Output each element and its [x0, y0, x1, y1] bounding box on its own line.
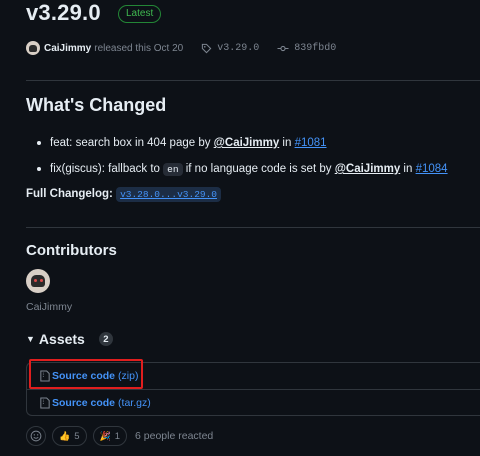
latest-badge: Latest [118, 5, 162, 23]
tag-icon [201, 43, 212, 54]
contributor-name: CaiJimmy [26, 301, 73, 313]
party-count: 1 [114, 430, 121, 442]
whats-changed-heading: What's Changed [26, 95, 167, 115]
code-chip: en [163, 163, 183, 176]
divider [26, 227, 480, 228]
release-title: v3.29.0 [26, 0, 101, 25]
smiley-icon [30, 430, 42, 442]
caret-down-icon: ▼ [26, 334, 35, 344]
reaction-summary: 6 people reacted [135, 430, 214, 442]
contributors-heading: Contributors [26, 242, 117, 259]
changelog-label: Full Changelog: [26, 188, 117, 200]
contributor-avatar[interactable] [26, 269, 50, 293]
changelog-link[interactable]: v3.28.0...v3.29.0 [116, 187, 221, 202]
list-item: feat: search box in 404 page by @CaiJimm… [36, 134, 448, 160]
mention-link[interactable]: @CaiJimmy [214, 137, 280, 149]
author-avatar[interactable] [26, 41, 40, 55]
thumbs-up-icon: 👍 [59, 430, 71, 441]
author-link[interactable]: CaiJimmy [44, 43, 91, 54]
list-item: fix(giscus): fallback to en if no langua… [36, 160, 448, 186]
assets-toggle[interactable]: ▼ Assets 2 [26, 331, 113, 347]
highlight-box [29, 359, 143, 389]
thumbs-up-count: 5 [74, 430, 80, 442]
file-zip-icon [40, 397, 50, 409]
issue-link[interactable]: #1081 [295, 137, 327, 149]
issue-link[interactable]: #1084 [416, 163, 448, 175]
reactions-bar: 👍 5 🎉 1 6 people reacted [26, 426, 213, 446]
asset-ext[interactable]: (tar.gz) [118, 397, 151, 409]
assets-count-badge: 2 [98, 332, 113, 346]
add-reaction-button[interactable] [26, 426, 46, 446]
thumbs-up-reaction[interactable]: 👍 5 [52, 426, 87, 446]
changes-list: feat: search box in 404 page by @CaiJimm… [36, 134, 448, 186]
party-reaction[interactable]: 🎉 1 [92, 426, 128, 446]
released-text: released this Oct 20 [94, 42, 184, 54]
tag-link[interactable]: v3.29.0 [217, 43, 259, 54]
change-text: in [279, 137, 295, 149]
change-text: feat: search box in 404 page by [50, 137, 214, 149]
mention-link[interactable]: @CaiJimmy [335, 163, 401, 175]
full-changelog: Full Changelog: v3.28.0...v3.29.0 [26, 187, 221, 202]
change-text: if no language code is set by [182, 163, 335, 175]
party-popper-icon: 🎉 [99, 430, 111, 441]
change-text: in [400, 163, 416, 175]
change-text: fix(giscus): fallback to [50, 163, 164, 175]
asset-name[interactable]: Source code [52, 397, 115, 409]
divider [26, 80, 480, 81]
assets-heading: Assets [38, 331, 85, 347]
release-meta: CaiJimmy released this Oct 20 v3.29.0 83… [26, 40, 336, 56]
asset-row-targz[interactable]: Source code (tar.gz) [27, 389, 480, 415]
commit-icon [277, 43, 289, 54]
commit-link[interactable]: 839fbd0 [294, 43, 336, 54]
